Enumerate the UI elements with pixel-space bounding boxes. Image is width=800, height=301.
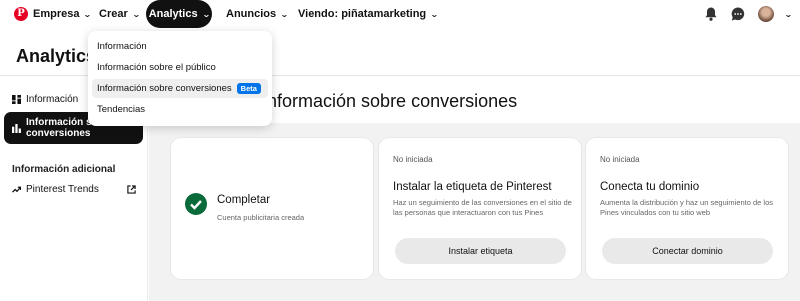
menu-item-label: Información bbox=[97, 41, 147, 52]
dashboard-icon bbox=[12, 95, 21, 104]
chevron-down-icon: ⌄ bbox=[201, 9, 211, 19]
sidebar-item-label: Información bbox=[26, 94, 79, 105]
menu-item-label: Tendencias bbox=[97, 104, 146, 115]
menu-item-trends[interactable]: Tendencias bbox=[92, 100, 268, 119]
chevron-down-icon: ⌄ bbox=[430, 9, 439, 19]
nav-viewing-label: Viendo: piñatamarketing bbox=[298, 8, 427, 20]
card-title: Completar bbox=[217, 194, 271, 206]
chevron-down-icon: ⌄ bbox=[83, 9, 93, 19]
sidebar-item-overview[interactable]: Información bbox=[12, 94, 78, 105]
nav-create-menu[interactable]: Crear ⌄ bbox=[99, 0, 141, 28]
chevron-down-icon: ⌄ bbox=[280, 9, 289, 19]
nav-business-menu[interactable]: Empresa ⌄ bbox=[33, 0, 93, 28]
external-link-icon bbox=[127, 185, 136, 194]
card-connect-domain: No iniciada Conecta tu dominio Aumenta l… bbox=[586, 138, 788, 279]
beta-badge: Beta bbox=[236, 83, 261, 94]
card-status: No iniciada bbox=[393, 155, 433, 164]
messages-icon[interactable] bbox=[730, 6, 746, 22]
nav-viewing-menu[interactable]: Viendo: piñatamarketing ⌄ bbox=[298, 0, 439, 28]
menu-item-conversions[interactable]: Información sobre conversiones Beta bbox=[92, 79, 268, 98]
nav-business-label: Empresa bbox=[33, 8, 80, 20]
pinterest-logo-icon[interactable]: P bbox=[14, 7, 28, 21]
card-status: No iniciada bbox=[600, 155, 640, 164]
nav-analytics-label: Analytics bbox=[148, 8, 198, 20]
install-tag-button[interactable]: Instalar etiqueta bbox=[395, 238, 566, 264]
sidebar-section-heading: Información adicional bbox=[12, 164, 116, 175]
trend-up-icon bbox=[12, 186, 21, 193]
connect-domain-button[interactable]: Conectar dominio bbox=[602, 238, 773, 264]
bar-chart-icon bbox=[12, 123, 21, 133]
nav-ads-menu[interactable]: Anuncios ⌄ bbox=[226, 0, 289, 28]
chevron-down-icon: ⌄ bbox=[783, 9, 793, 19]
section-title: Información sobre conversiones bbox=[262, 91, 518, 111]
chevron-down-icon: ⌄ bbox=[131, 9, 141, 19]
card-description: Haz un seguimiento de las conversiones e… bbox=[393, 198, 572, 217]
sidebar-item-pinterest-trends[interactable]: Pinterest Trends bbox=[12, 184, 136, 195]
nav-create-label: Crear bbox=[99, 8, 128, 20]
analytics-dropdown-menu: Información Información sobre el público… bbox=[88, 31, 272, 126]
bell-icon[interactable] bbox=[703, 6, 719, 22]
card-title: Conecta tu dominio bbox=[600, 181, 700, 193]
nav-ads-label: Anuncios bbox=[226, 8, 277, 20]
card-subtitle: Cuenta publicitaria creada bbox=[217, 213, 305, 222]
account-menu[interactable]: ⌄ bbox=[780, 0, 793, 28]
top-nav: P Empresa ⌄ Crear ⌄ Analytics ⌄ Anuncios… bbox=[0, 0, 800, 30]
menu-item-audience[interactable]: Información sobre el público bbox=[92, 58, 268, 77]
menu-item-label: Información sobre conversiones bbox=[97, 83, 232, 94]
menu-item-label: Información sobre el público bbox=[97, 62, 216, 73]
nav-analytics-menu[interactable]: Analytics ⌄ bbox=[146, 0, 212, 28]
card-complete: Completar Cuenta publicitaria creada bbox=[171, 138, 373, 279]
menu-item-overview[interactable]: Información bbox=[92, 37, 268, 56]
sidebar-item-label: Pinterest Trends bbox=[26, 184, 99, 195]
card-install-tag: No iniciada Instalar la etiqueta de Pint… bbox=[379, 138, 581, 279]
card-description: Aumenta la distribución y haz un seguimi… bbox=[600, 198, 774, 217]
page-title: Analytics bbox=[16, 46, 97, 66]
check-circle-icon bbox=[185, 193, 207, 215]
card-title: Instalar la etiqueta de Pinterest bbox=[393, 181, 552, 193]
avatar[interactable] bbox=[758, 6, 774, 22]
